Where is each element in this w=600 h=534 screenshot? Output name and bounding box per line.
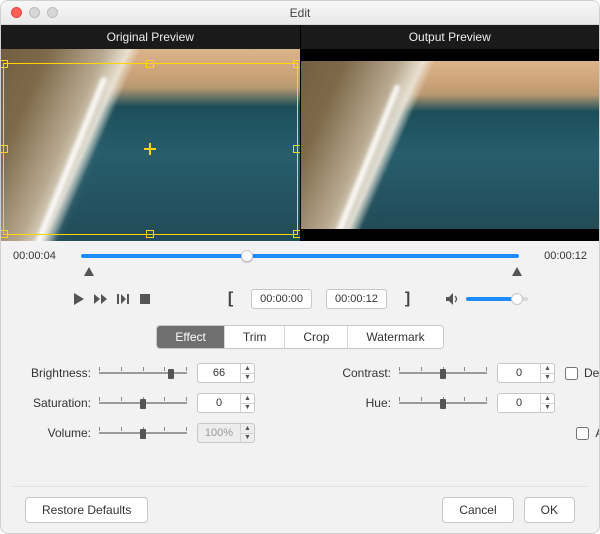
original-preview-label: Original Preview bbox=[1, 25, 301, 49]
window-title: Edit bbox=[1, 6, 599, 20]
hue-slider[interactable] bbox=[399, 396, 487, 410]
saturation-label: Saturation: bbox=[21, 396, 93, 410]
trim-out-marker[interactable] bbox=[512, 267, 522, 276]
brightness-stepper[interactable]: 66▲▼ bbox=[197, 363, 255, 383]
brightness-step-down[interactable]: ▼ bbox=[241, 374, 254, 383]
fast-forward-icon[interactable] bbox=[94, 292, 108, 306]
apply-to-all-checkbox[interactable] bbox=[576, 427, 589, 440]
tab-trim[interactable]: Trim bbox=[225, 326, 286, 348]
saturation-step-down[interactable]: ▼ bbox=[241, 404, 254, 413]
volume-step-down[interactable]: ▼ bbox=[241, 434, 254, 443]
original-preview[interactable] bbox=[1, 49, 301, 241]
tab-effect[interactable]: Effect bbox=[157, 326, 224, 348]
brightness-step-up[interactable]: ▲ bbox=[241, 364, 254, 374]
volume-step-up[interactable]: ▲ bbox=[241, 424, 254, 434]
stop-icon[interactable] bbox=[138, 292, 152, 306]
deinterlacing-label: Deinterlacing bbox=[584, 366, 600, 380]
hue-step-down[interactable]: ▼ bbox=[541, 404, 554, 413]
volume-slider-thumb[interactable] bbox=[511, 293, 523, 305]
contrast-value[interactable]: 0 bbox=[498, 364, 540, 382]
tab-watermark[interactable]: Watermark bbox=[348, 326, 442, 348]
saturation-slider[interactable] bbox=[99, 396, 187, 410]
trim-in-marker[interactable] bbox=[84, 267, 94, 276]
saturation-stepper[interactable]: 0▲▼ bbox=[197, 393, 255, 413]
preview-area: Original Preview Output Preview bbox=[1, 25, 599, 241]
contrast-stepper[interactable]: 0▲▼ bbox=[497, 363, 555, 383]
contrast-step-up[interactable]: ▲ bbox=[541, 364, 554, 374]
play-icon[interactable] bbox=[72, 292, 86, 306]
titlebar: Edit bbox=[1, 1, 599, 25]
contrast-label: Contrast: bbox=[331, 366, 393, 380]
hue-step-up[interactable]: ▲ bbox=[541, 394, 554, 404]
timeline-end-time: 00:00:12 bbox=[529, 250, 587, 262]
cancel-button[interactable]: Cancel bbox=[442, 497, 513, 523]
volume-value[interactable]: 100% bbox=[198, 424, 240, 442]
contrast-step-down[interactable]: ▼ bbox=[541, 374, 554, 383]
contrast-slider[interactable] bbox=[399, 366, 487, 380]
hue-label: Hue: bbox=[331, 396, 393, 410]
brightness-slider[interactable] bbox=[99, 366, 187, 380]
trim-end-field[interactable]: 00:00:12 bbox=[326, 289, 387, 309]
tab-crop[interactable]: Crop bbox=[285, 326, 348, 348]
edit-window: Edit Original Preview Output Preview bbox=[0, 0, 600, 534]
deinterlacing-checkbox[interactable] bbox=[565, 367, 578, 380]
restore-defaults-button[interactable]: Restore Defaults bbox=[25, 497, 148, 523]
apply-to-all-label: Apply to all bbox=[595, 426, 600, 440]
brightness-label: Brightness: bbox=[21, 366, 93, 380]
output-preview-label: Output Preview bbox=[301, 25, 600, 49]
set-out-button[interactable]: ] bbox=[401, 290, 414, 308]
brightness-value[interactable]: 66 bbox=[198, 364, 240, 382]
timeline-start-time: 00:00:04 bbox=[13, 250, 71, 262]
set-in-button[interactable]: [ bbox=[224, 290, 237, 308]
output-preview bbox=[301, 49, 600, 241]
zoom-window-button[interactable] bbox=[47, 7, 58, 18]
hue-value[interactable]: 0 bbox=[498, 394, 540, 412]
volume-icon[interactable] bbox=[446, 292, 460, 306]
ok-button[interactable]: OK bbox=[524, 497, 575, 523]
hue-stepper[interactable]: 0▲▼ bbox=[497, 393, 555, 413]
saturation-value[interactable]: 0 bbox=[198, 394, 240, 412]
trim-start-field[interactable]: 00:00:00 bbox=[251, 289, 312, 309]
close-window-button[interactable] bbox=[11, 7, 22, 18]
volume-label: Volume: bbox=[21, 426, 93, 440]
tab-bar: Effect Trim Crop Watermark bbox=[156, 325, 443, 349]
minimize-window-button[interactable] bbox=[29, 7, 40, 18]
volume-stepper[interactable]: 100%▲▼ bbox=[197, 423, 255, 443]
step-icon[interactable] bbox=[116, 292, 130, 306]
volume-effect-slider[interactable] bbox=[99, 426, 187, 440]
volume-slider[interactable] bbox=[466, 297, 528, 301]
timeline-playhead[interactable] bbox=[241, 250, 253, 262]
timeline-slider[interactable] bbox=[81, 249, 519, 263]
saturation-step-up[interactable]: ▲ bbox=[241, 394, 254, 404]
